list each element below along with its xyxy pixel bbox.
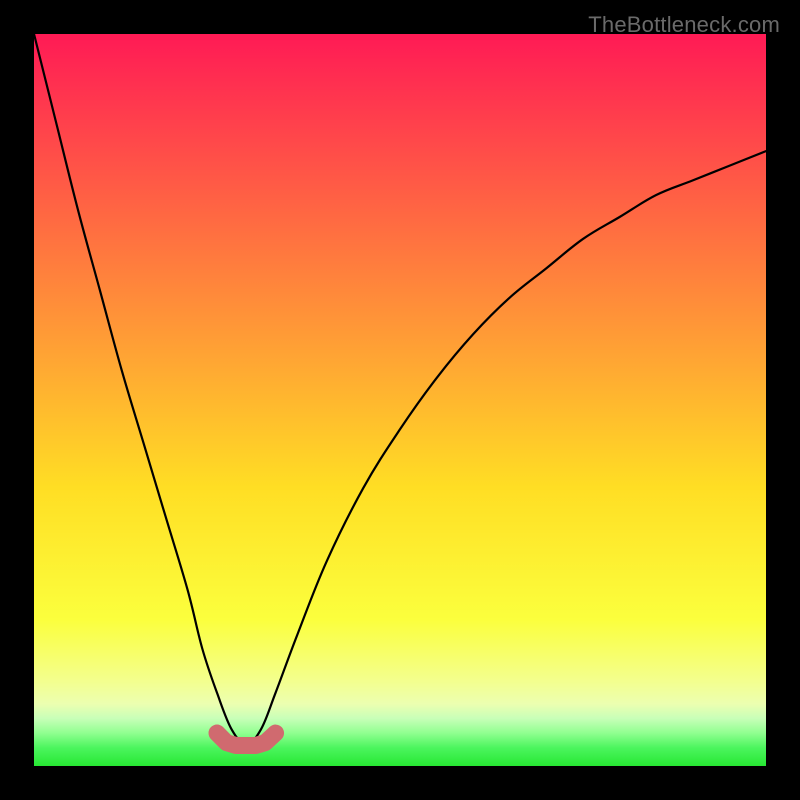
curve-layer bbox=[34, 34, 766, 766]
plot-area bbox=[34, 34, 766, 766]
bottleneck-curve bbox=[34, 34, 766, 744]
safe-zone-markers bbox=[217, 733, 276, 745]
chart-container: TheBottleneck.com bbox=[0, 0, 800, 800]
